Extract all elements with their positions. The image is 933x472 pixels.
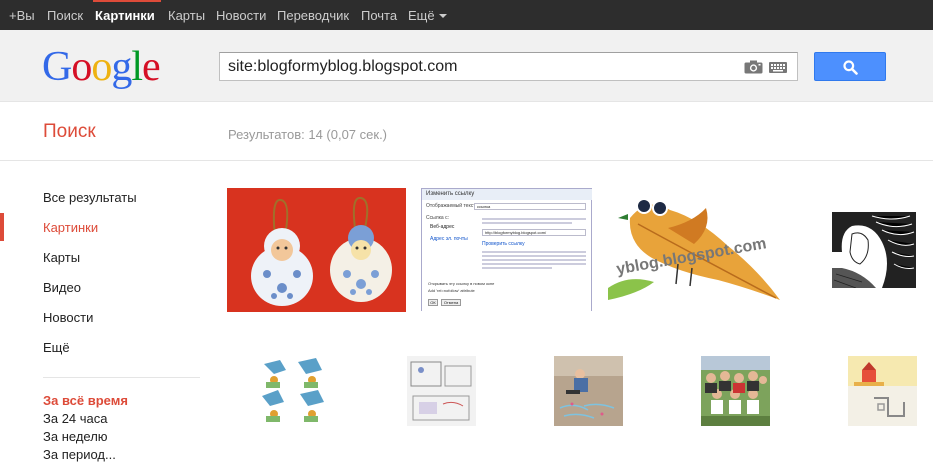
nav-mail[interactable]: Почта: [361, 0, 397, 30]
image-result-sketch-portrait[interactable]: [832, 212, 916, 288]
image-result-felt-ornaments[interactable]: [227, 188, 406, 312]
dialog-check-link: Проверить ссылку: [482, 241, 525, 247]
time-filter-custom-range[interactable]: За период...: [43, 447, 116, 462]
nav-search[interactable]: Поиск: [47, 0, 83, 30]
dialog-web-option: Веб-адрес: [430, 224, 455, 230]
dialog-text-line: [482, 218, 586, 220]
group-photo-picture: [701, 356, 770, 426]
top-navigation-bar: +Вы Поиск Картинки Карты Новости Перевод…: [0, 0, 933, 30]
keyboard-icon[interactable]: [769, 62, 787, 73]
results-header: Поиск Результатов: 14 (0,07 сек.): [0, 103, 933, 161]
dialog-text-line: [482, 255, 586, 257]
dialog-text-line: [482, 267, 552, 269]
nav-news[interactable]: Новости: [216, 0, 266, 30]
image-result-child-drawing[interactable]: [554, 356, 623, 426]
dialog-text-line: [482, 263, 586, 265]
leftnav-item-more[interactable]: Ещё: [43, 340, 70, 355]
time-filter-any-time[interactable]: За всё время: [43, 393, 128, 408]
dialog-link-label: Ссылка с:: [426, 215, 449, 221]
dialog-text-line: [482, 259, 586, 261]
dialog-text-line: [482, 251, 586, 253]
section-title: Поиск: [43, 121, 96, 142]
sketch-drawing-picture: [407, 356, 476, 426]
paper-craft-picture: [848, 356, 917, 426]
leftnav-item-news[interactable]: Новости: [43, 310, 93, 325]
magnifier-icon: [843, 60, 858, 75]
felt-ornaments-picture: [227, 188, 406, 312]
search-input[interactable]: [228, 56, 728, 78]
dialog-new-window: Открывать эту ссылку в новом окне: [428, 281, 495, 286]
dialog-text-value: ссылка: [474, 203, 586, 210]
search-button[interactable]: [814, 52, 886, 81]
nav-maps[interactable]: Карты: [168, 0, 205, 30]
child-drawing-picture: [554, 356, 623, 426]
nav-translate[interactable]: Переводчик: [277, 0, 349, 30]
leftnav-item-images[interactable]: Картинки: [43, 220, 98, 235]
search-header: Google: [0, 30, 933, 102]
nav-more-label: Ещё: [408, 8, 435, 23]
nav-plus-you[interactable]: +Вы: [9, 0, 35, 30]
sketch-portrait-picture: [832, 212, 916, 288]
dialog-email-option: Адрес эл. почты: [430, 236, 468, 242]
search-box: [219, 52, 798, 81]
dialog-cancel-button: Отмена: [441, 299, 461, 306]
dialog-nofollow: Add 'rel=nofollow' attribute: [428, 288, 475, 293]
camera-icon[interactable]: [744, 60, 763, 74]
dialog-ok-button: ОК: [428, 299, 438, 306]
edit-link-dialog-picture: Изменить ссылку Отображаемый текст: ссыл…: [421, 188, 592, 311]
nav-images[interactable]: Картинки: [95, 0, 155, 30]
google-logo[interactable]: Google: [42, 45, 161, 89]
dialog-text-label: Отображаемый текст:: [426, 203, 477, 209]
time-filter-week[interactable]: За неделю: [43, 429, 108, 444]
image-result-group-photo[interactable]: [701, 356, 770, 426]
dialog-url-value: http://blogformyblog.blogspot.com/: [482, 229, 586, 236]
image-result-leaf-bird[interactable]: yblog.blogspot.com: [608, 188, 788, 304]
image-result-edit-link-dialog[interactable]: Изменить ссылку Отображаемый текст: ссыл…: [421, 188, 592, 311]
leftnav-item-maps[interactable]: Карты: [43, 250, 80, 265]
image-result-paper-craft[interactable]: [848, 356, 917, 426]
leftnav-item-video[interactable]: Видео: [43, 280, 81, 295]
time-filter-24-hours[interactable]: За 24 часа: [43, 411, 108, 426]
nav-more[interactable]: Ещё: [408, 0, 447, 30]
image-result-sketch-drawing[interactable]: [407, 356, 476, 426]
dialog-text-line: [482, 222, 572, 224]
active-item-marker: [0, 213, 4, 241]
chevron-down-icon: [438, 13, 447, 18]
leftnav-divider: [43, 377, 200, 378]
result-stats: Результатов: 14 (0,07 сек.): [228, 127, 388, 142]
image-result-paper-birds[interactable]: [260, 356, 328, 426]
paper-birds-picture: [260, 356, 328, 426]
leftnav-item-all-results[interactable]: Все результаты: [43, 190, 137, 205]
leaf-bird-picture: yblog.blogspot.com: [608, 198, 780, 300]
dialog-title: Изменить ссылку: [422, 189, 592, 200]
